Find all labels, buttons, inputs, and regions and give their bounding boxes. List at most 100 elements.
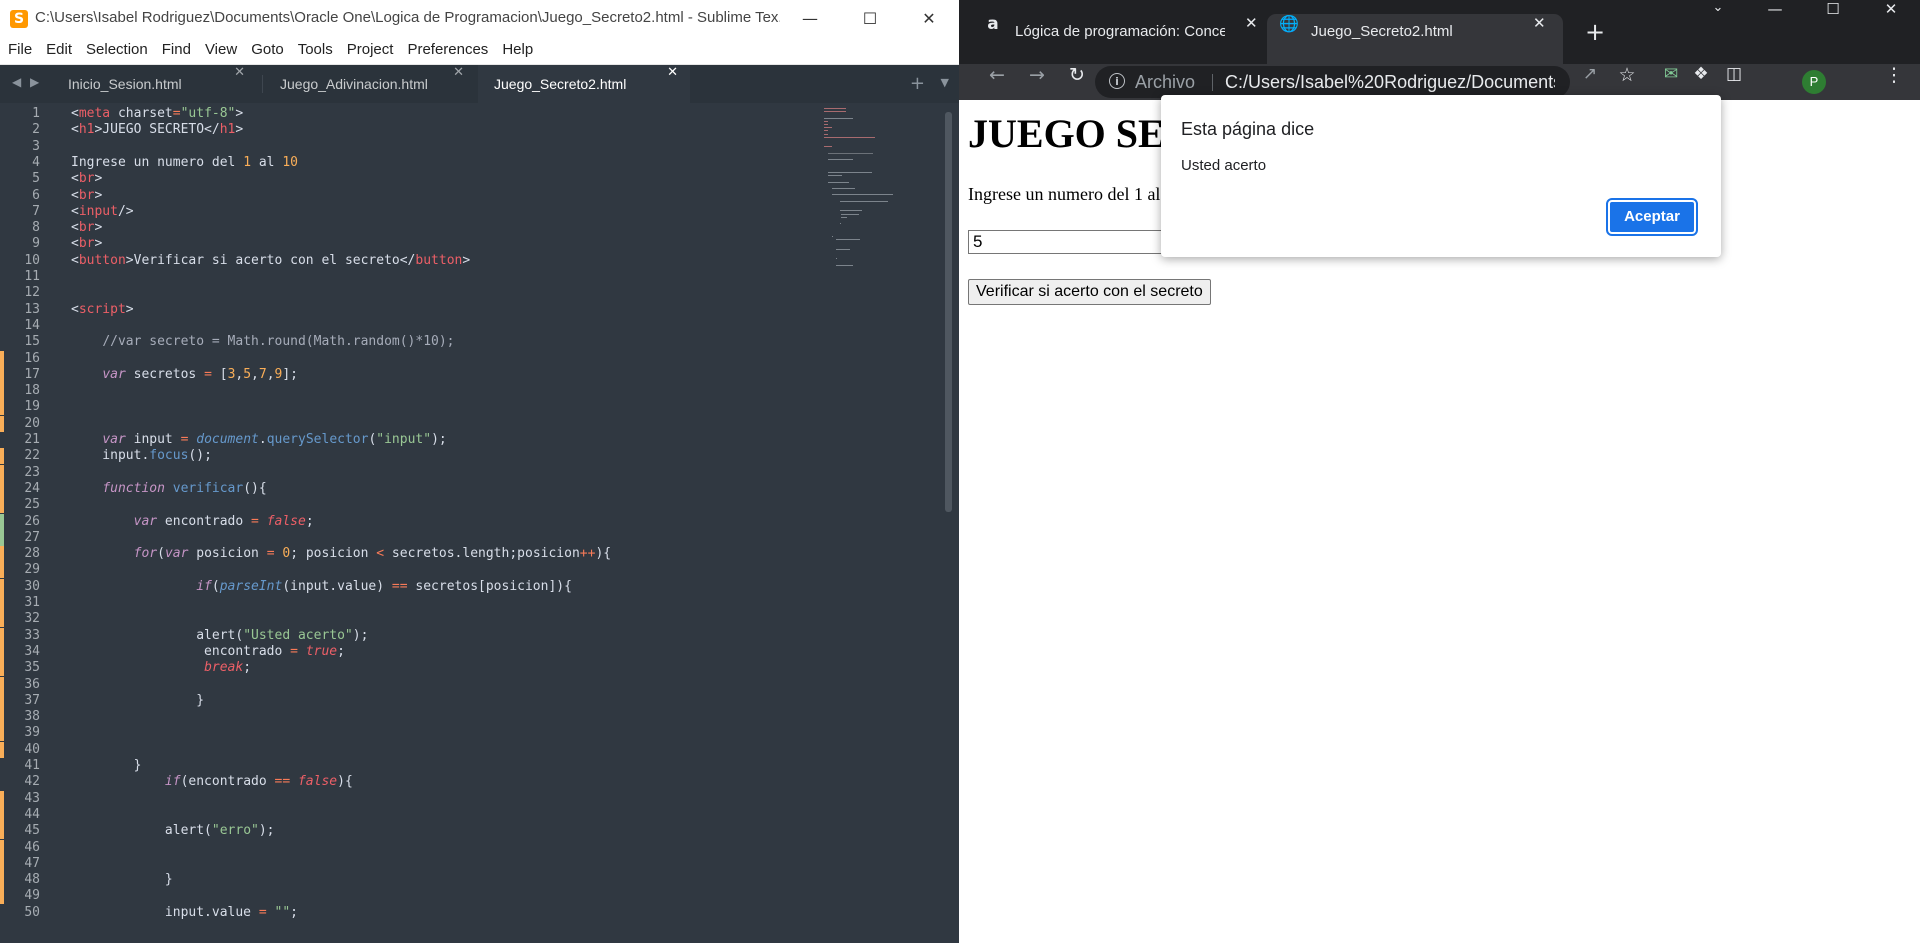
tab-forward-arrow-icon[interactable]: ▶ xyxy=(30,75,39,89)
minimize-icon[interactable]: — xyxy=(781,0,839,38)
minimap-line xyxy=(824,124,828,125)
menu-tools[interactable]: Tools xyxy=(291,38,340,58)
reload-icon[interactable]: ↻ xyxy=(1065,64,1089,100)
minimap-line xyxy=(836,264,853,266)
line-number: 24 xyxy=(24,480,40,496)
code-line: 48 } xyxy=(0,872,820,889)
chrome-tabstrip: a Lógica de programación: Concep ✕ 🌐 Jue… xyxy=(959,0,1920,64)
minimap-line xyxy=(836,239,860,241)
minimize-icon[interactable]: — xyxy=(1746,0,1804,40)
code-text: encontrado = true; xyxy=(71,643,345,659)
code-line: 18 xyxy=(0,383,820,400)
minimap-line xyxy=(828,152,873,154)
code-text: <h1>JUEGO SECRETO</h1> xyxy=(71,122,244,138)
menu-goto[interactable]: Goto xyxy=(244,38,291,58)
code-line: 43 xyxy=(0,790,820,807)
code-line: 34 encontrado = true; xyxy=(0,643,820,660)
tab-close-icon[interactable]: ✕ xyxy=(667,65,678,80)
menu-help[interactable]: Help xyxy=(495,38,540,58)
minimap-line xyxy=(824,120,828,122)
forward-arrow-icon[interactable]: → xyxy=(1025,64,1049,100)
vertical-scrollbar[interactable] xyxy=(945,112,952,512)
site-info-icon[interactable]: i xyxy=(1109,73,1125,89)
new-tab-plus-icon[interactable]: + xyxy=(1585,14,1605,50)
back-arrow-icon[interactable]: ← xyxy=(985,64,1009,100)
verify-button[interactable]: Verificar si acerto con el secreto xyxy=(968,279,1211,305)
tab-back-arrow-icon[interactable]: ◀ xyxy=(12,75,21,89)
code-line: 8 <br> xyxy=(0,220,820,236)
line-number: 6 xyxy=(32,187,40,203)
minimap-line xyxy=(840,200,888,202)
line-number: 13 xyxy=(24,301,40,317)
address-url[interactable]: C:/Users/Isabel%20Rodriguez/Documents/Or… xyxy=(1225,66,1555,98)
chrome-tab-juego-secreto[interactable]: 🌐 Juego_Secreto2.html ✕ xyxy=(1267,14,1563,64)
line-number: 50 xyxy=(24,904,40,920)
line-number: 39 xyxy=(24,725,40,741)
profile-avatar[interactable]: P xyxy=(1802,70,1826,94)
tab-inicio-sesion[interactable]: Inicio_Sesion.html ✕ xyxy=(52,65,257,103)
line-number: 14 xyxy=(24,317,40,333)
line-number: 23 xyxy=(24,464,40,480)
menu-project[interactable]: Project xyxy=(340,38,401,58)
code-text: if(encontrado == false){ xyxy=(164,774,353,790)
code-text: <br> xyxy=(71,187,103,203)
line-number: 40 xyxy=(24,741,40,757)
code-line: 11 xyxy=(0,269,820,285)
maximize-icon[interactable]: ☐ xyxy=(841,0,899,38)
close-tab-icon[interactable]: ✕ xyxy=(1245,14,1258,32)
minimap-line xyxy=(840,210,862,212)
tab-close-icon[interactable]: ✕ xyxy=(453,65,464,80)
menu-file[interactable]: File xyxy=(0,38,39,58)
tab-dropdown-icon[interactable]: ▼ xyxy=(941,76,949,89)
code-line: 37 } xyxy=(0,692,820,709)
minimap-line xyxy=(824,127,832,129)
chrome-tab-title: Lógica de programación: Concep xyxy=(1015,23,1225,40)
menu-view[interactable]: View xyxy=(198,38,244,58)
tab-juego-secreto2[interactable]: Juego_Secreto2.html ✕ xyxy=(478,65,690,103)
menu-kebab-icon[interactable]: ⋮ xyxy=(1882,64,1906,100)
code-text: if(parseInt(input.value) == secretos[pos… xyxy=(196,578,572,594)
minimap-line xyxy=(841,213,859,215)
line-number: 41 xyxy=(24,758,40,773)
code-text: <br> xyxy=(71,236,103,252)
new-tab-plus-icon[interactable]: + xyxy=(910,73,925,94)
minimap-line xyxy=(824,136,875,138)
chrome-tab-logica[interactable]: a Lógica de programación: Concep ✕ xyxy=(983,14,1263,50)
menu-find[interactable]: Find xyxy=(155,38,198,58)
close-icon[interactable]: ✕ xyxy=(900,0,958,38)
line-number: 33 xyxy=(24,627,40,643)
code-line: 42 if(encontrado == false){ xyxy=(0,774,820,790)
side-panel-icon[interactable]: ◫ xyxy=(1722,64,1746,100)
line-number: 11 xyxy=(24,269,40,284)
line-number: 17 xyxy=(24,366,40,382)
tab-juego-adivinacion[interactable]: Juego_Adivinacion.html ✕ xyxy=(264,65,476,103)
code-line: 23 xyxy=(0,464,820,481)
code-text: input.value = ""; xyxy=(71,904,298,920)
code-line: 12 xyxy=(0,285,820,301)
menu-preferences[interactable]: Preferences xyxy=(400,38,495,58)
minimap-line xyxy=(824,108,846,109)
tab-search-chevron-icon[interactable]: ⌄ xyxy=(1689,0,1747,40)
accept-button[interactable]: Aceptar xyxy=(1606,198,1698,236)
minimap-line xyxy=(828,159,853,161)
code-line: 32 xyxy=(0,611,820,628)
maximize-icon[interactable]: ☐ xyxy=(1804,0,1862,40)
menu-edit[interactable]: Edit xyxy=(39,38,79,58)
minimap[interactable] xyxy=(820,106,940,286)
address-bar[interactable]: i Archivo C:/Users/Isabel%20Rodriguez/Do… xyxy=(1095,66,1570,98)
close-tab-icon[interactable]: ✕ xyxy=(1533,14,1546,32)
line-number: 19 xyxy=(24,399,40,415)
line-number: 34 xyxy=(24,643,40,659)
code-line: 41 } xyxy=(0,758,820,774)
code-editor[interactable]: 1 <meta charset="utf-8"> 2 <h1>JUEGO SECRET… xyxy=(0,106,959,943)
sublime-logo-icon: S xyxy=(10,10,28,28)
menu-selection[interactable]: Selection xyxy=(79,38,155,58)
tab-close-icon[interactable]: ✕ xyxy=(234,65,245,80)
minimap-line xyxy=(832,194,893,196)
code-line: 49 xyxy=(0,888,820,905)
number-input[interactable] xyxy=(968,230,1168,254)
address-scheme-label: Archivo xyxy=(1135,72,1196,92)
line-number: 35 xyxy=(24,660,40,676)
line-number: 5 xyxy=(32,171,40,187)
close-icon[interactable]: ✕ xyxy=(1862,0,1920,40)
